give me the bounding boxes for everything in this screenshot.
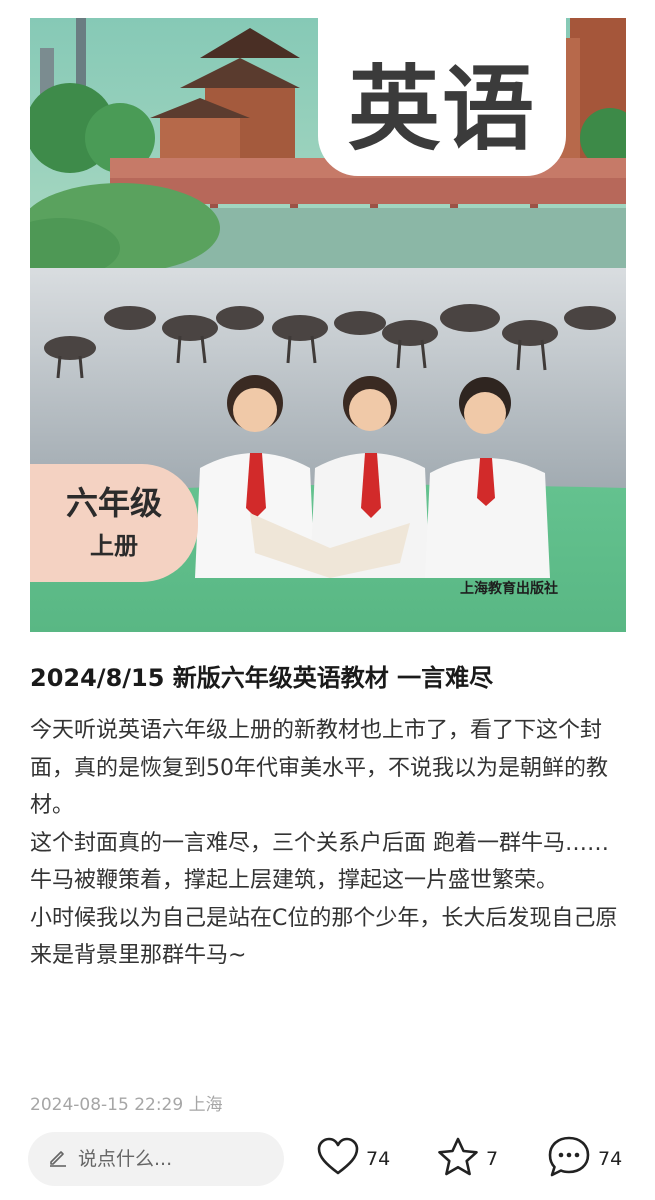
post-meta: 2024-08-15 22:29 上海 [30, 1095, 223, 1115]
post-paragraph: 这个封面真的一言难尽，三个关系户后面 跑着一群牛马……牛马被鞭策着，撑起上层建筑… [30, 830, 609, 894]
favorite-button[interactable]: 7 [436, 1134, 498, 1184]
comment-input[interactable] [78, 1148, 278, 1170]
pencil-icon [48, 1147, 68, 1171]
grade-label: 六年级 [65, 484, 162, 522]
grade-badge: 六年级 上册 [30, 464, 198, 582]
speech-bubble-icon [546, 1135, 592, 1183]
post-paragraph: 小时候我以为自己是站在C位的那个少年，长大后发现自己原来是背景里那群牛马~ [30, 905, 618, 969]
comment-input-box[interactable] [28, 1132, 284, 1186]
heart-icon [316, 1137, 360, 1181]
star-icon [436, 1136, 480, 1182]
like-count: 74 [366, 1148, 391, 1170]
textbook-cover-image[interactable]: 英语 六年级 上册 上海教育出版社 [30, 18, 626, 632]
cover-title: 英语 [318, 18, 566, 176]
publisher-label: 上海教育出版社 [460, 581, 558, 597]
post-body: 今天听说英语六年级上册的新教材也上市了，看了下这个封面，真的是恢复到50年代审美… [30, 712, 630, 975]
comment-count: 74 [598, 1148, 623, 1170]
post-paragraph: 今天听说英语六年级上册的新教材也上市了，看了下这个封面，真的是恢复到50年代审美… [30, 718, 608, 818]
like-button[interactable]: 74 [316, 1134, 390, 1184]
post-title: 2024/8/15 新版六年级英语教材 一言难尽 [30, 664, 494, 692]
favorite-count: 7 [486, 1148, 499, 1170]
volume-label: 上册 [90, 531, 138, 560]
comment-button[interactable]: 74 [546, 1134, 622, 1184]
